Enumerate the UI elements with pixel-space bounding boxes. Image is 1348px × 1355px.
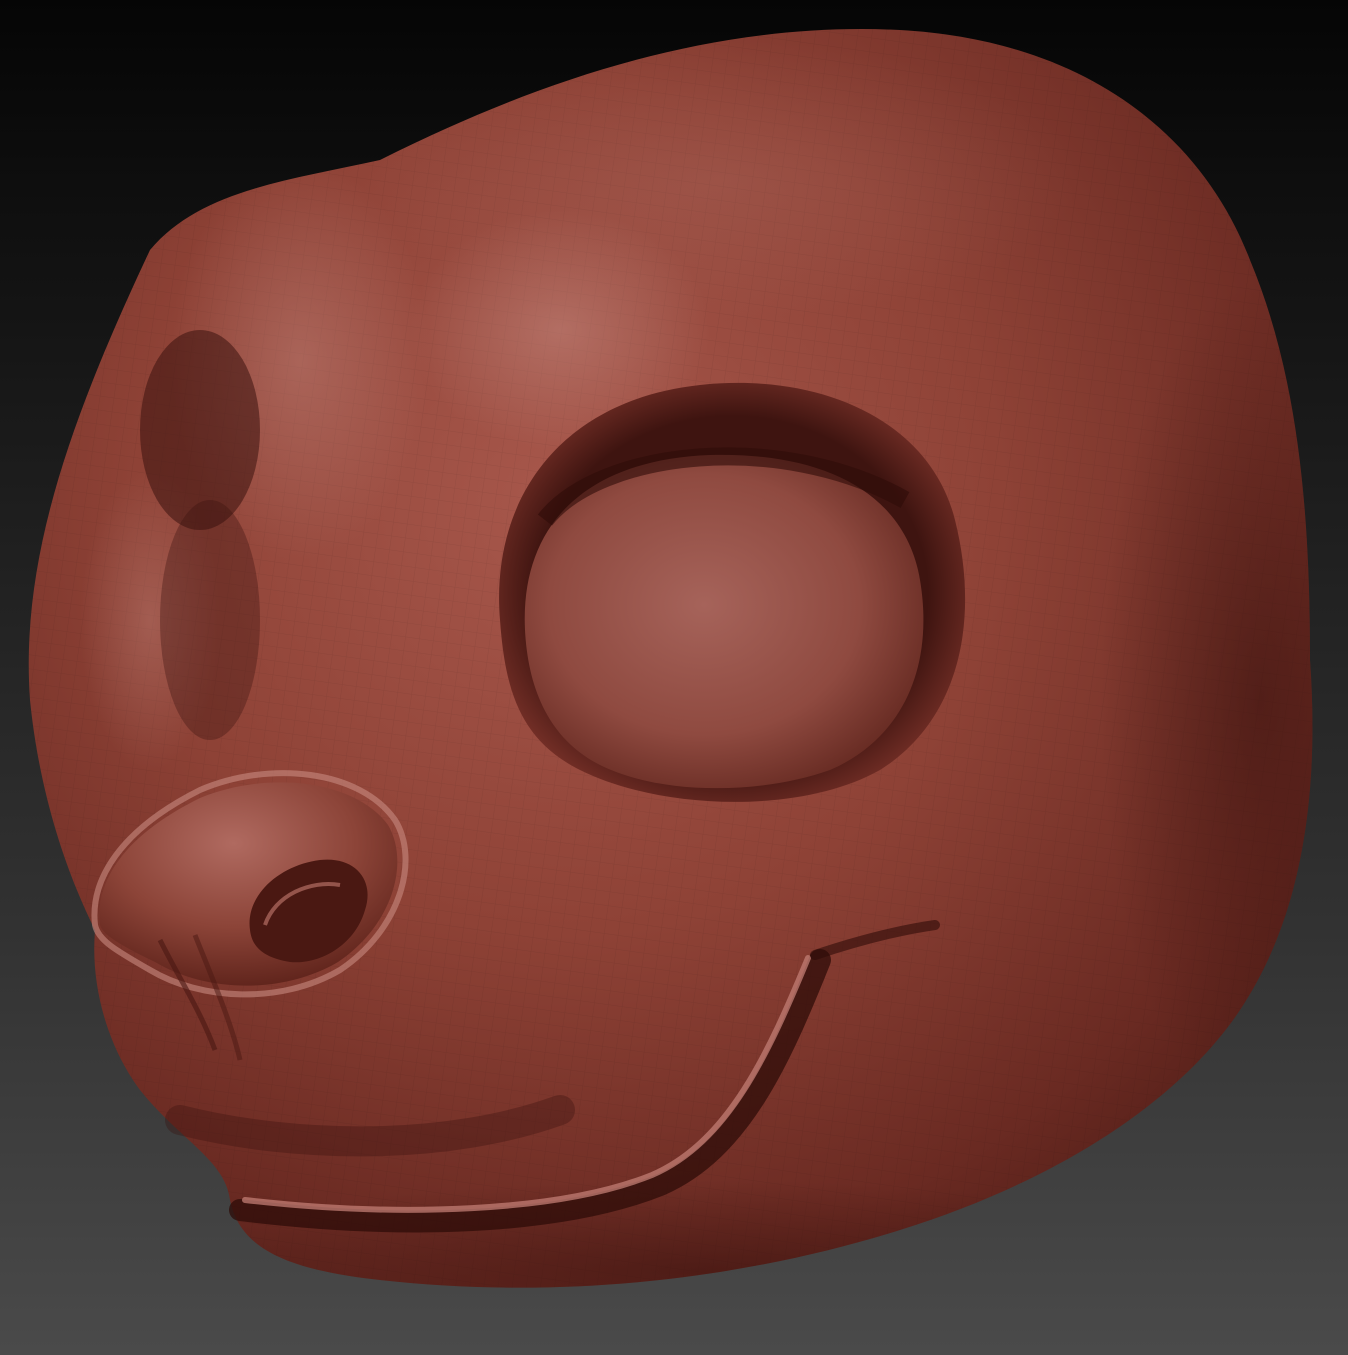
eye-socket[interactable] (499, 382, 966, 802)
nasal-cavity-shadow (140, 330, 260, 530)
sculpt-viewport[interactable] (0, 0, 1348, 1355)
sculpt-head[interactable] (0, 0, 1348, 1355)
side-cheek-cavity (160, 500, 260, 740)
eyeball[interactable] (524, 454, 924, 789)
viewport-canvas[interactable] (0, 0, 1348, 1355)
